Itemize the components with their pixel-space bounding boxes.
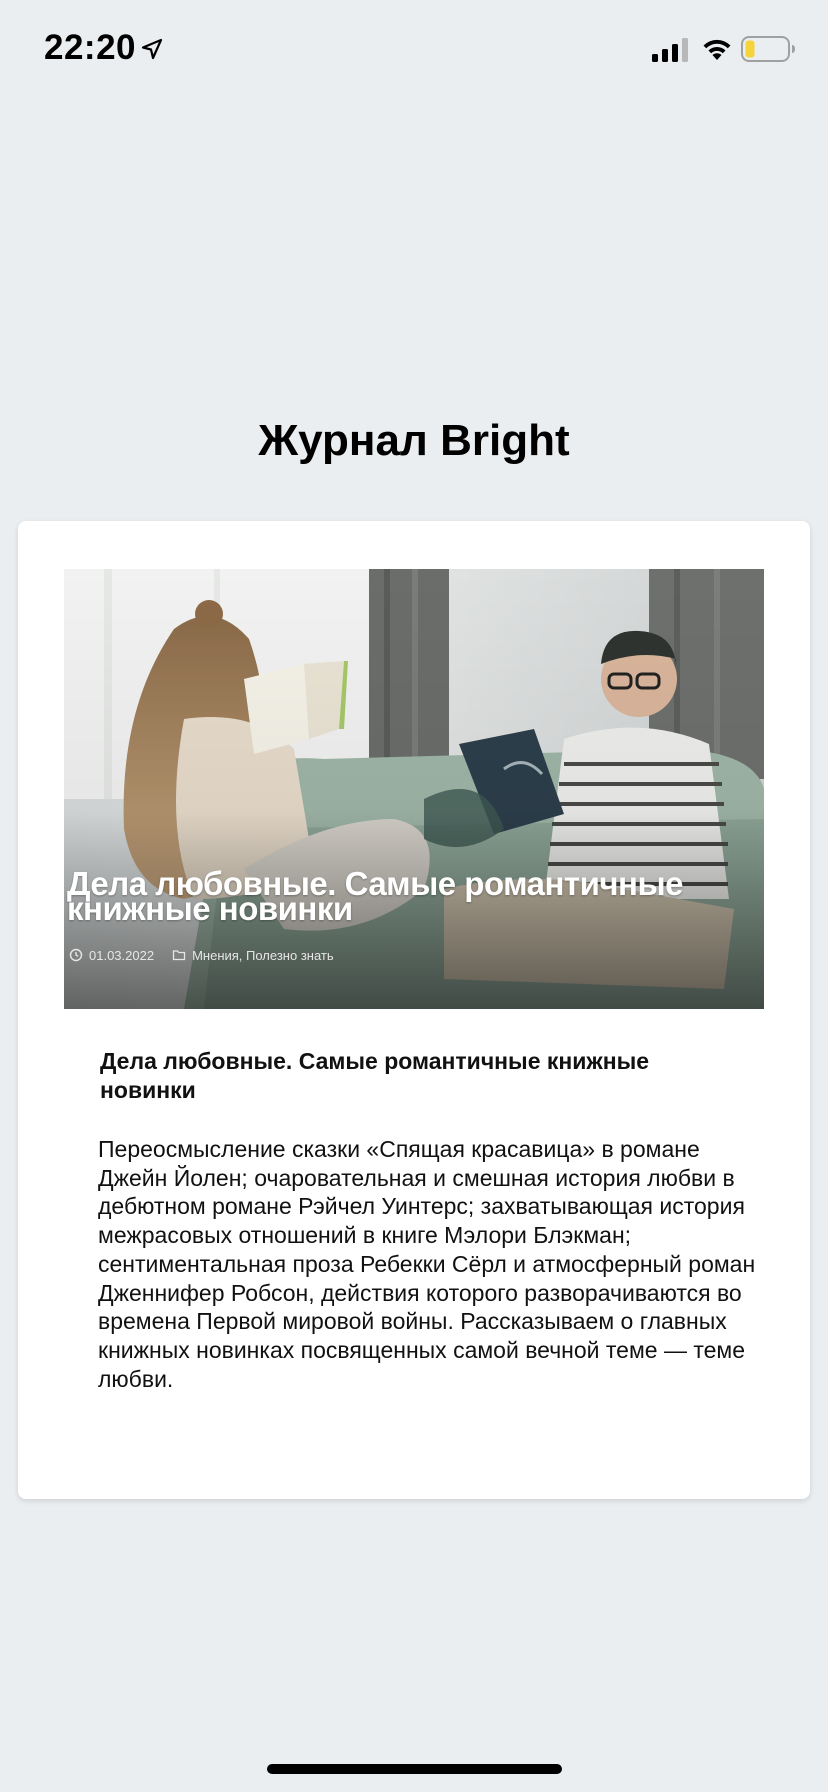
article-card[interactable]: Дела любовные. Самые романтичные книжные… <box>18 521 810 1499</box>
categories-meta[interactable]: Мнения, Полезно знать <box>172 948 334 963</box>
article-hero-image[interactable]: Дела любовные. Самые романтичные книжные… <box>64 569 764 1009</box>
article-categories[interactable]: Мнения, Полезно знать <box>192 948 334 963</box>
location-arrow-icon <box>141 38 163 60</box>
page-title: Журнал Bright <box>258 416 570 465</box>
article-meta: 01.03.2022 Мнения, Полезно знать <box>69 945 352 965</box>
status-time: 22:20 <box>44 28 137 67</box>
status-bar: 22:20 <box>0 0 828 100</box>
date-meta: 01.03.2022 <box>69 948 154 963</box>
hero-title[interactable]: Дела любовные. Самые романтичные книжные… <box>67 867 757 925</box>
article-excerpt: Переосмысление сказки «Спящая красавица»… <box>98 1136 756 1392</box>
folder-icon <box>172 950 186 961</box>
article-date: 01.03.2022 <box>89 947 155 963</box>
home-indicator[interactable] <box>267 1764 562 1774</box>
wifi-icon <box>703 39 731 60</box>
battery-low-icon <box>741 36 795 62</box>
hero-photo <box>64 569 764 1009</box>
cellular-signal-icon <box>652 38 688 62</box>
article-heading[interactable]: Дела любовные. Самые романтичные книжные… <box>100 1047 660 1105</box>
clock-icon <box>69 948 83 962</box>
